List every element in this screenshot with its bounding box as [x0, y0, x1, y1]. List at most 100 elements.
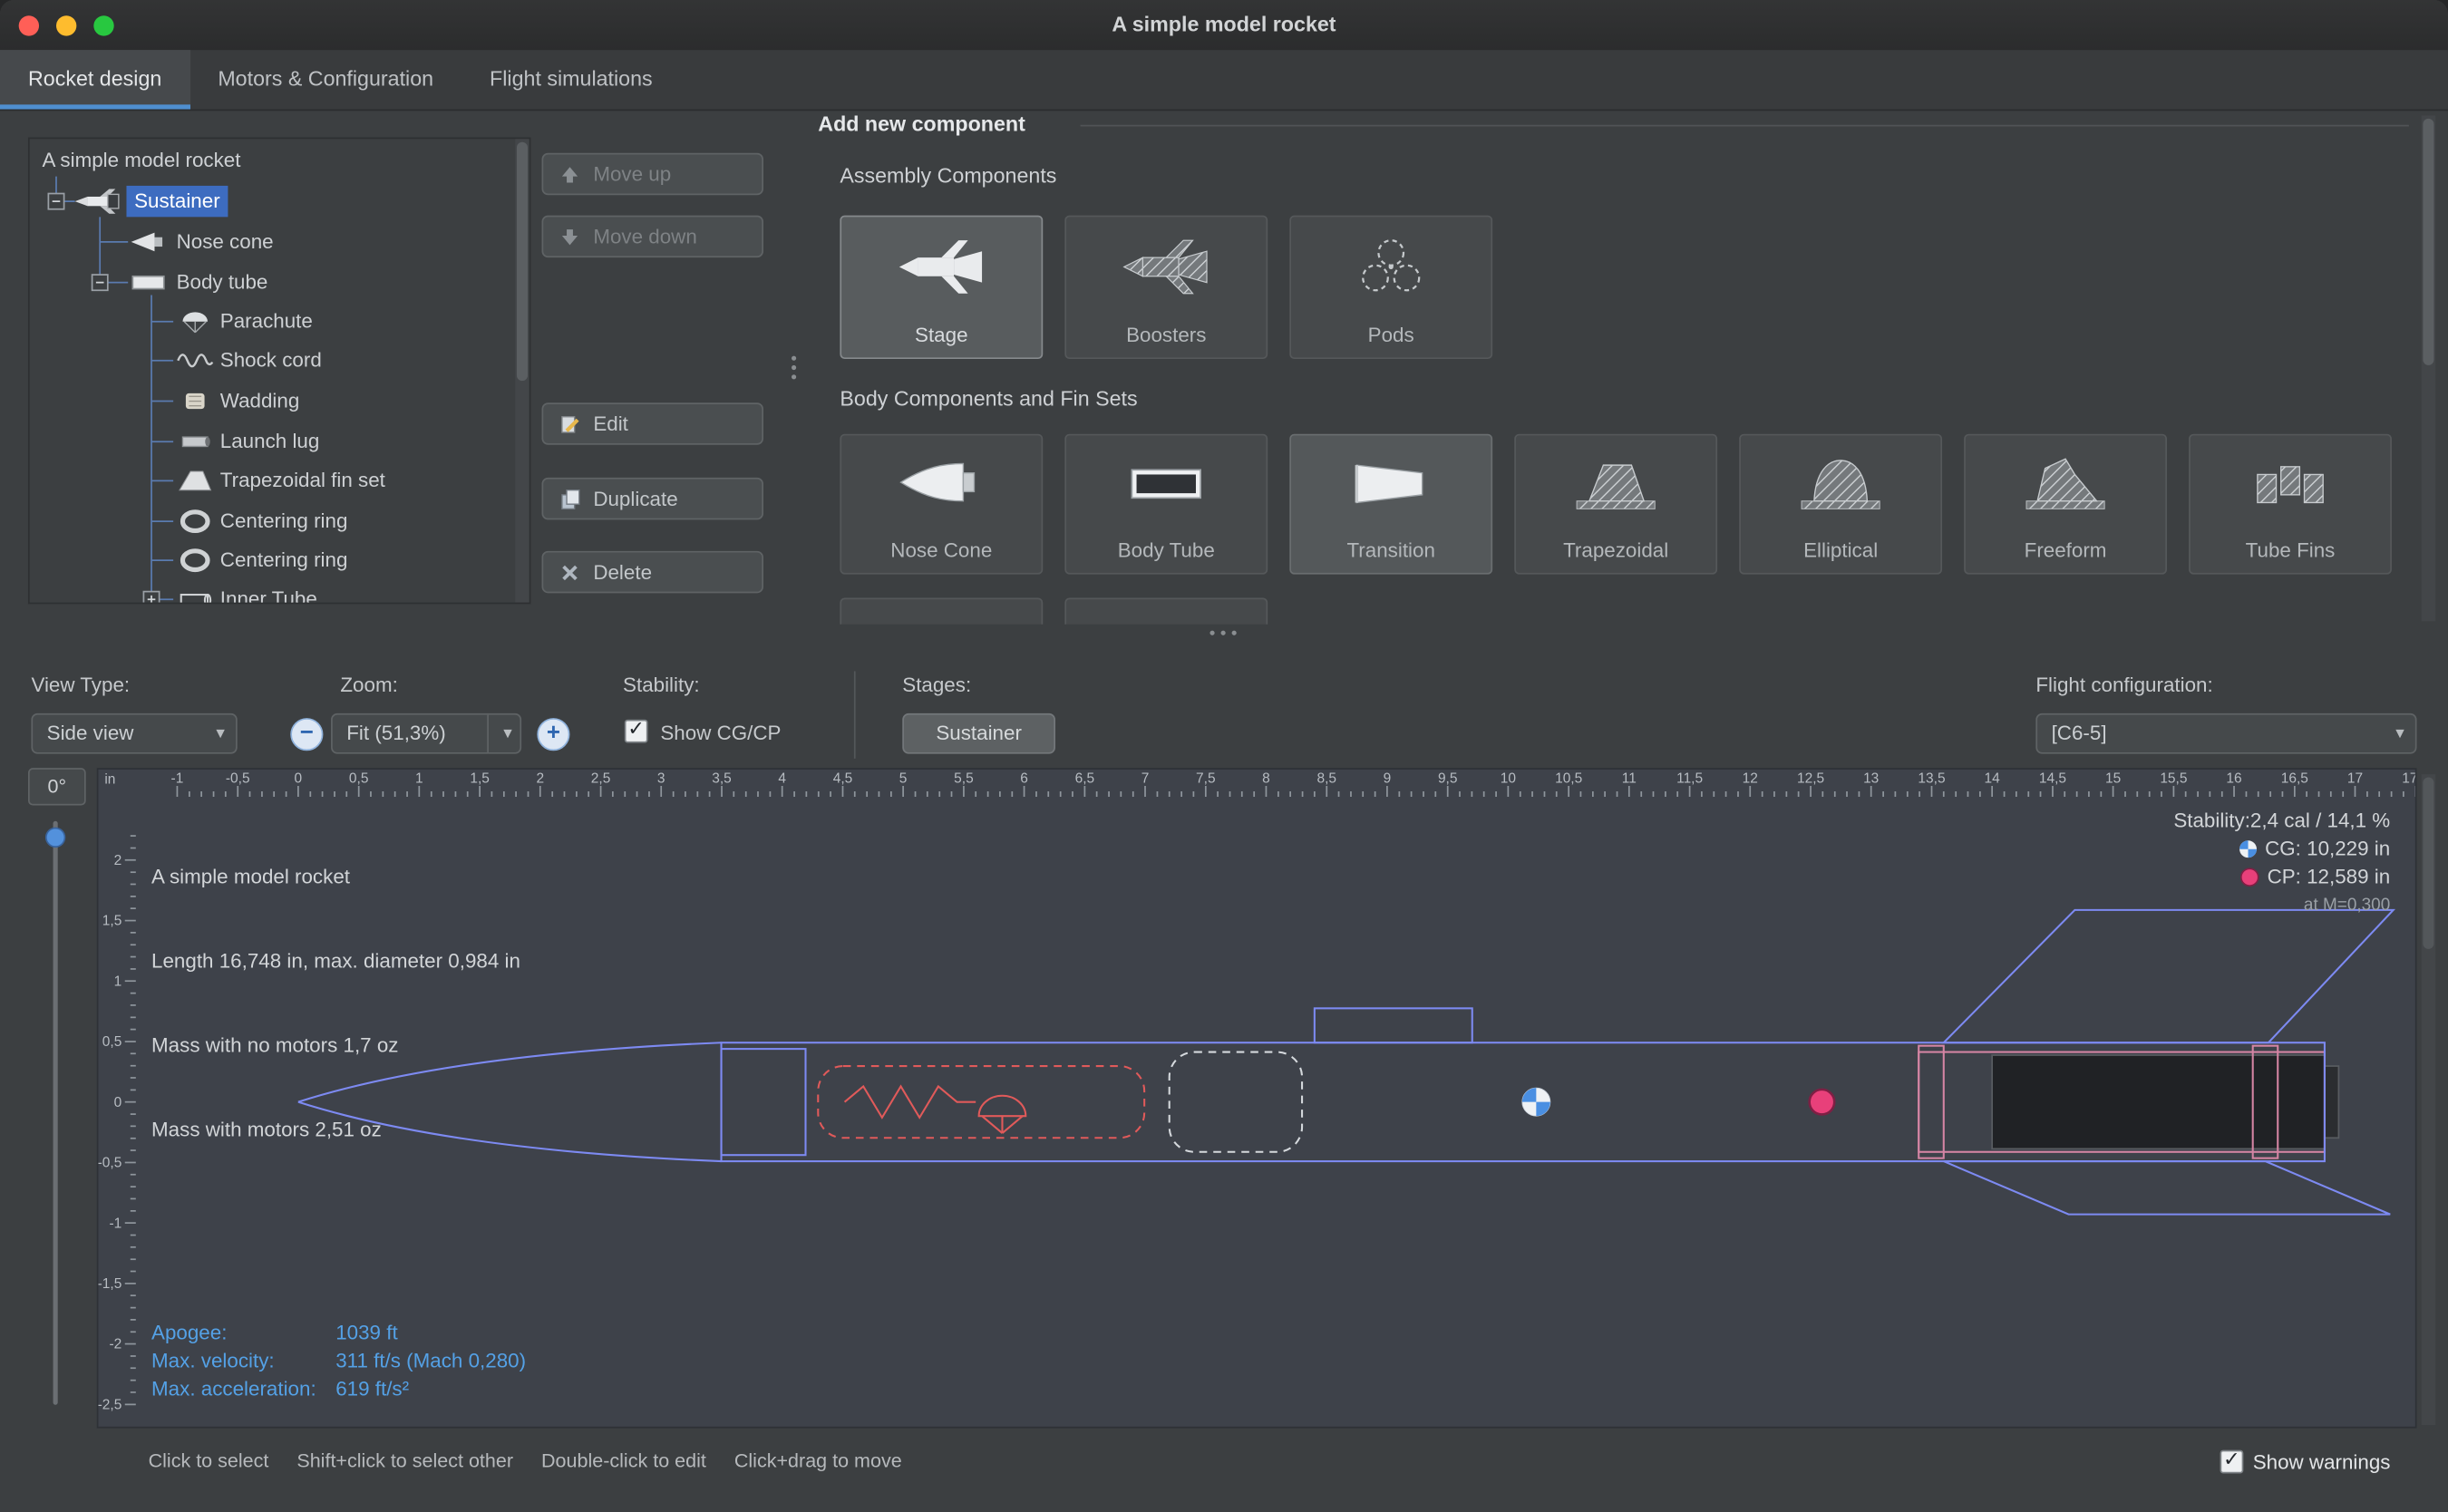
component-tile-pods[interactable]: Pods [1289, 216, 1492, 359]
svg-text:15: 15 [2105, 771, 2121, 787]
centering-ring-icon [177, 548, 214, 573]
stability-label: Stability: [623, 673, 700, 696]
vertical-splitter-handle[interactable] [792, 356, 796, 380]
tree-item-label: Trapezoidal fin set [220, 465, 385, 496]
component-tile-body-tube[interactable]: Body Tube [1064, 434, 1268, 575]
component-tree[interactable]: A simple model rocket Sustainer Nose con… [28, 138, 530, 605]
svg-text:2: 2 [114, 853, 122, 868]
titled-border-line [1081, 125, 2409, 127]
svg-text:13,5: 13,5 [1918, 771, 1945, 787]
show-warnings-label: Show warnings [2253, 1450, 2391, 1474]
tree-scrollbar[interactable] [515, 139, 529, 602]
hint-shift-click: Shift+click to select other [296, 1450, 513, 1472]
tree-item-body-tube[interactable]: Body tube [30, 262, 529, 303]
component-tile-boosters[interactable]: Boosters [1064, 216, 1268, 359]
tree-scrollbar-thumb[interactable] [517, 142, 528, 381]
tree-item-wadding[interactable]: Wadding [30, 381, 529, 422]
ruler-top-ticks [177, 786, 2414, 797]
component-tile-freeform[interactable]: Freeform [1964, 434, 2167, 575]
svg-text:1: 1 [415, 771, 423, 787]
cg-legend-icon [2239, 839, 2258, 858]
tab-motors-configuration[interactable]: Motors & Configuration [189, 50, 461, 109]
svg-text:9: 9 [1384, 771, 1392, 787]
rotation-slider-knob[interactable] [45, 828, 65, 848]
add-panel-scrollbar[interactable] [2422, 115, 2435, 621]
rotation-slider-track[interactable] [53, 821, 58, 1405]
svg-text:-2: -2 [110, 1337, 122, 1352]
rocket-info-block: A simple model rocket Length 16,748 in, … [151, 807, 520, 1200]
tree-item-shock-cord[interactable]: Shock cord [30, 340, 529, 381]
parachute-icon [177, 309, 214, 334]
component-tile-partial-1[interactable] [840, 597, 1043, 624]
zoom-out-button[interactable] [290, 718, 323, 751]
svg-text:13: 13 [1863, 771, 1879, 787]
svg-text:5: 5 [899, 771, 908, 787]
tree-item-rocket-root[interactable]: A simple model rocket [30, 141, 529, 181]
tree-item-sustainer[interactable]: Sustainer [30, 181, 529, 222]
rotation-angle-box[interactable]: 0° [28, 768, 86, 805]
move-up-button[interactable]: Move up [541, 153, 763, 195]
horizontal-splitter-handle[interactable] [1209, 631, 1236, 635]
tab-flight-simulations[interactable]: Flight simulations [461, 50, 681, 109]
view-type-select[interactable]: Side view [31, 713, 237, 754]
add-panel-scrollbar-thumb[interactable] [2423, 119, 2433, 365]
show-cgcp-checkbox[interactable] [625, 720, 648, 743]
tree-item-inner-tube[interactable]: Inner Tube [30, 579, 529, 605]
duplicate-button[interactable]: Duplicate [541, 478, 763, 519]
tree-item-centering-ring-1[interactable]: Centering ring [30, 501, 529, 542]
svg-text:0,5: 0,5 [102, 1034, 122, 1050]
body-tube-icon [130, 270, 167, 296]
component-tile-stage[interactable]: Stage [840, 216, 1043, 359]
tile-label: Freeform [1966, 538, 2165, 562]
svg-text:6,5: 6,5 [1075, 771, 1095, 787]
rocket-name-text: A simple model rocket [151, 863, 520, 891]
component-tile-trapezoidal[interactable]: Trapezoidal [1514, 434, 1717, 575]
svg-text:7: 7 [1141, 771, 1150, 787]
svg-text:6: 6 [1020, 771, 1028, 787]
zoom-select[interactable]: Fit (51,3%) [331, 713, 521, 754]
rocket-canvas[interactable]: -1-0,500,511,522,533,544,555,566,577,588… [97, 768, 2417, 1428]
zoom-in-button[interactable] [537, 718, 569, 751]
canvas-scrollbar[interactable] [2422, 774, 2435, 1425]
zoom-label: Zoom: [340, 673, 397, 696]
stability-stats-block: Stability:2,4 cal / 14,1 % CG: 10,229 in… [2173, 807, 2390, 919]
arrow-down-icon [559, 226, 580, 247]
tab-rocket-design[interactable]: Rocket design [0, 50, 189, 109]
tree-item-trapezoidal-fin-set[interactable]: Trapezoidal fin set [30, 460, 529, 501]
component-tile-nose-cone[interactable]: Nose Cone [840, 434, 1043, 575]
transition-tile-icon [1345, 451, 1438, 517]
ruler-left-ticks [125, 836, 136, 1404]
component-tile-tube-fins[interactable]: Tube Fins [2189, 434, 2392, 575]
edit-button[interactable]: Edit [541, 402, 763, 444]
svg-text:10,5: 10,5 [1555, 771, 1582, 787]
tree-item-nose-cone[interactable]: Nose cone [30, 222, 529, 263]
pods-icon [1345, 233, 1438, 302]
flight-configuration-select[interactable]: [C6-5] [2035, 713, 2416, 754]
ruler-top-labels: -1-0,500,511,522,533,544,555,566,577,588… [171, 771, 2415, 787]
component-tile-transition[interactable]: Transition [1289, 434, 1492, 575]
tree-item-centering-ring-2[interactable]: Centering ring [30, 540, 529, 581]
component-tile-partial-2[interactable] [1064, 597, 1268, 624]
move-up-label: Move up [593, 162, 671, 186]
tree-item-parachute[interactable]: Parachute [30, 301, 529, 342]
canvas-scrollbar-thumb[interactable] [2423, 778, 2433, 949]
component-tile-elliptical[interactable]: Elliptical [1739, 434, 1942, 575]
svg-text:1,5: 1,5 [102, 914, 122, 929]
view-type-value: Side view [47, 722, 134, 745]
nose-cone-tile-icon [895, 451, 988, 517]
svg-text:-0,5: -0,5 [98, 1156, 121, 1171]
svg-text:1,5: 1,5 [470, 771, 490, 787]
svg-text:-2,5: -2,5 [98, 1398, 121, 1413]
centering-ring-fore-outline [1919, 1046, 1944, 1158]
tree-item-launch-lug[interactable]: Launch lug [30, 422, 529, 462]
rocket-mass-empty-text: Mass with no motors 1,7 oz [151, 1032, 520, 1060]
shock-cord-icon [177, 348, 214, 373]
zoom-value: Fit (51,3%) [346, 722, 445, 745]
nose-cone-icon [130, 229, 167, 255]
move-down-button[interactable]: Move down [541, 216, 763, 257]
delete-label: Delete [593, 560, 652, 584]
delete-button[interactable]: Delete [541, 551, 763, 593]
stage-toggle-sustainer[interactable]: Sustainer [902, 713, 1055, 754]
show-warnings-checkbox[interactable] [2220, 1450, 2244, 1474]
main-tab-bar: Rocket design Motors & Configuration Fli… [0, 50, 2448, 111]
